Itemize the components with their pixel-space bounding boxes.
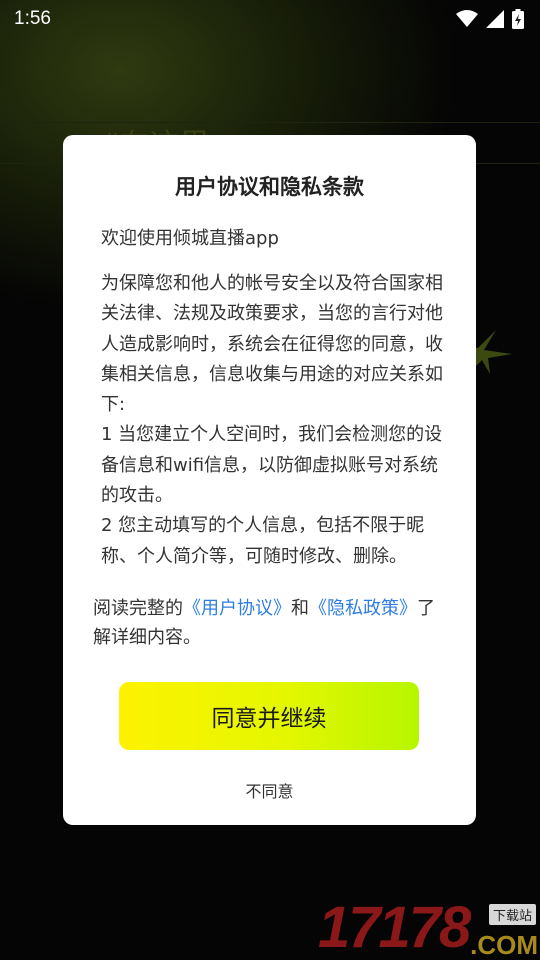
terms-dialog: 用户协议和隐私条款 欢迎使用倾城直播app 为保障您和他人的帐号安全以及符合国家… [63, 135, 476, 825]
read-notice: 阅读完整的《用户协议》和《隐私政策》了解详细内容。 [93, 594, 443, 652]
privacy-policy-link[interactable]: 《隐私政策》 [309, 598, 417, 619]
divider [0, 122, 540, 123]
user-agreement-link[interactable]: 《用户协议》 [183, 598, 291, 619]
welcome-text: 欢迎使用倾城直播app [101, 228, 279, 249]
watermark-logo: 17178 下载站 .COM [318, 896, 540, 960]
battery-charging-icon [512, 9, 524, 29]
terms-paragraph: 2 您主动填写的个人信息，包括不限于昵称、个人简介等，可随时修改、删除。 [101, 515, 425, 567]
disagree-button[interactable]: 不同意 [63, 778, 476, 802]
status-icons [456, 9, 524, 29]
terms-scroll-area[interactable]: 为保障您和他人的帐号安全以及符合国家相关法律、法规及政策要求，当您的言行对他人造… [101, 269, 443, 579]
terms-paragraph: 为保障您和他人的帐号安全以及符合国家相关法律、法规及政策要求，当您的言行对他人造… [101, 273, 443, 416]
status-bar: 1:56 [0, 0, 540, 38]
watermark-tag: 下载站 [488, 904, 536, 925]
watermark-digits: 17178 [318, 895, 471, 960]
notice-and: 和 [291, 598, 309, 619]
signal-icon [486, 10, 504, 28]
dialog-title: 用户协议和隐私条款 [175, 175, 364, 199]
status-time: 1:56 [14, 8, 51, 29]
wifi-icon [456, 10, 478, 27]
agree-button[interactable]: 同意并继续 [119, 682, 419, 750]
watermark-domain: .COM [470, 930, 538, 960]
terms-paragraph: 1 当您建立个人空间时，我们会检测您的设备信息和wifi信息，以防御虚拟账号对系… [101, 424, 443, 507]
notice-prefix: 阅读完整的 [93, 598, 183, 619]
